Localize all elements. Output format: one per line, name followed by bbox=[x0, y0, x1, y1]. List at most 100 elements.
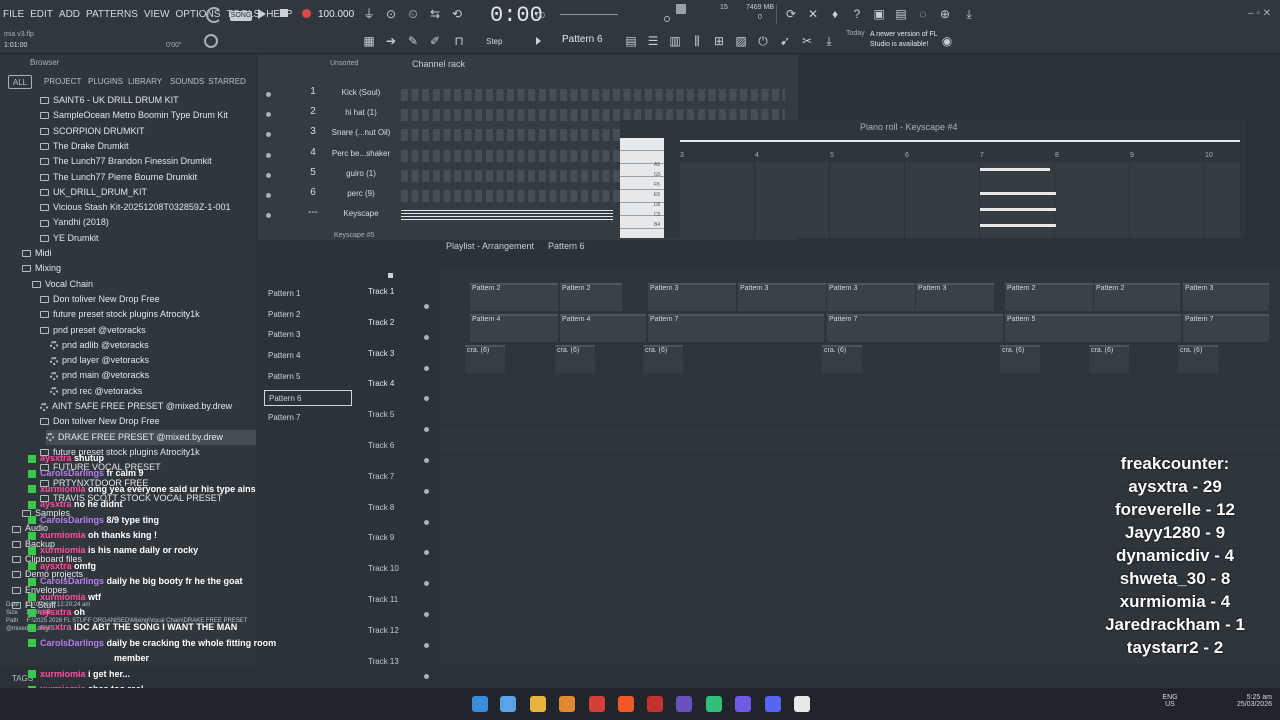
playlist-clip[interactable]: cra. (6) bbox=[1178, 344, 1218, 373]
browser-tab-library[interactable]: LIBRARY bbox=[128, 75, 162, 89]
browser-item[interactable]: Mixing bbox=[22, 261, 61, 276]
pattern-list-item[interactable]: Pattern 3 bbox=[264, 327, 352, 343]
fl-studio-icon[interactable] bbox=[559, 696, 575, 712]
track-header[interactable]: Track 10 bbox=[368, 559, 442, 589]
playlist-clip[interactable]: cra. (6) bbox=[1089, 344, 1129, 373]
discord-icon[interactable] bbox=[765, 696, 781, 712]
app-icon[interactable] bbox=[676, 696, 692, 712]
browser-item[interactable]: SCORPION DRUMKIT bbox=[40, 124, 145, 139]
track-header[interactable]: Track 9 bbox=[368, 528, 442, 558]
playlist-clip[interactable]: Pattern 2 bbox=[470, 283, 558, 311]
browser-item[interactable]: YE Drumkit bbox=[40, 231, 99, 246]
pattern-list-item[interactable]: Pattern 7 bbox=[264, 410, 352, 426]
search-icon[interactable] bbox=[500, 696, 516, 712]
track-header[interactable]: Track 13 bbox=[368, 652, 442, 682]
browser-item[interactable]: Yandhi (2018) bbox=[40, 215, 109, 230]
tree-icon[interactable]: ⊞ bbox=[712, 34, 726, 48]
browser-item[interactable]: Don toliver New Drop Free bbox=[40, 292, 160, 307]
loop-record-icon[interactable]: ⟲ bbox=[450, 7, 464, 21]
playlist-clip[interactable]: Pattern 7 bbox=[648, 313, 824, 342]
pencil-icon[interactable]: ✐ bbox=[428, 34, 442, 48]
channel-led-icon[interactable] bbox=[266, 152, 271, 158]
menu-view[interactable]: VIEW bbox=[141, 9, 173, 20]
browser-tab-project[interactable]: PROJECT bbox=[44, 75, 81, 89]
knob-icon[interactable] bbox=[204, 34, 218, 48]
pattern-list-item[interactable]: Pattern 1 bbox=[264, 286, 352, 302]
channel-filter[interactable]: Unsorted bbox=[330, 60, 358, 67]
channel-number[interactable]: 3 bbox=[306, 126, 320, 137]
app-icon[interactable] bbox=[794, 696, 810, 712]
brave-icon[interactable] bbox=[618, 696, 634, 712]
browser-item[interactable]: Midi bbox=[22, 246, 52, 261]
app-icon[interactable] bbox=[647, 696, 663, 712]
menu-file[interactable]: FILE bbox=[0, 9, 27, 20]
pattern-list-item[interactable]: Pattern 5 bbox=[264, 369, 352, 385]
playlist-clip[interactable]: cra. (6) bbox=[465, 344, 505, 373]
menu-patterns[interactable]: PATTERNS bbox=[83, 9, 141, 20]
close-icon[interactable]: ✕ bbox=[806, 7, 820, 21]
export-icon[interactable]: ▤ bbox=[894, 7, 908, 21]
browser-tab-plugins[interactable]: PLUGINS bbox=[88, 75, 123, 89]
countdown-icon[interactable]: ⏲ bbox=[406, 7, 420, 21]
news-icon[interactable]: ◉ bbox=[940, 34, 954, 48]
channel-name[interactable]: hi hat (1) bbox=[328, 106, 394, 120]
browser-item[interactable]: pnd main @vetoracks bbox=[50, 368, 149, 383]
browser-tab-starred[interactable]: STARRED bbox=[208, 75, 246, 89]
browser-item[interactable]: Vicious Stash Kit-20251208T032859Z-1-001 bbox=[40, 200, 230, 215]
channel-number[interactable]: 4 bbox=[306, 147, 320, 158]
step-edit-icon[interactable]: ⇆ bbox=[428, 7, 442, 21]
channel-row[interactable]: 1 Kick (Soul) bbox=[258, 86, 798, 106]
playlist-clip[interactable]: Pattern 2 bbox=[560, 283, 622, 311]
record-icon[interactable] bbox=[302, 9, 311, 18]
track-mute-icon[interactable] bbox=[424, 673, 429, 679]
channel-name[interactable]: guiro (1) bbox=[328, 167, 394, 181]
browser-item[interactable]: pnd preset @vetoracks bbox=[40, 323, 146, 338]
song-mode-toggle[interactable]: SONG bbox=[230, 11, 252, 21]
pattern-list-item[interactable]: Pattern 2 bbox=[264, 307, 352, 323]
app-icon[interactable] bbox=[735, 696, 751, 712]
pattern-list-item[interactable]: Pattern 6 bbox=[264, 389, 352, 406]
channel-name[interactable]: perc (9) bbox=[328, 187, 394, 201]
channel-led-icon[interactable] bbox=[266, 132, 271, 138]
step-sequencer[interactable] bbox=[401, 89, 785, 101]
playlist-clip[interactable]: Pattern 3 bbox=[648, 283, 736, 311]
track-header[interactable]: Track 6 bbox=[368, 436, 442, 466]
track-header[interactable]: Track 11 bbox=[368, 590, 442, 620]
channel-led-icon[interactable] bbox=[266, 92, 271, 97]
news-message[interactable]: A newer version of FL Studio is availabl… bbox=[870, 30, 940, 50]
chat-icon[interactable]: ◌ bbox=[916, 7, 930, 21]
browser-item[interactable]: AINT SAFE FREE PRESET @mixed.by.drew bbox=[40, 399, 232, 414]
channel-led-icon[interactable] bbox=[266, 213, 271, 219]
playlist-clip[interactable]: Pattern 2 bbox=[1094, 283, 1180, 311]
piano-roll-icon[interactable]: ▥ bbox=[668, 34, 682, 48]
channel-name[interactable]: Snare (...nut Oil) bbox=[328, 126, 394, 140]
download-icon[interactable]: ⤓ bbox=[822, 34, 836, 48]
play-icon[interactable] bbox=[258, 9, 266, 19]
plugin-icon[interactable]: ⊕ bbox=[938, 7, 952, 21]
track-mute-icon[interactable] bbox=[424, 334, 429, 340]
plug-icon[interactable]: ⏻ bbox=[756, 34, 770, 48]
note[interactable] bbox=[980, 208, 1056, 211]
browser-item[interactable]: Don toliver New Drop Free bbox=[40, 414, 160, 429]
playlist-clip[interactable]: cra. (6) bbox=[555, 344, 595, 373]
refresh-icon[interactable]: ⟳ bbox=[784, 7, 798, 21]
pattern-list-item[interactable]: Pattern 4 bbox=[264, 348, 352, 364]
stop-icon[interactable] bbox=[280, 9, 288, 17]
browser-item[interactable]: DRAKE FREE PRESET @mixed.by.drew bbox=[46, 429, 256, 445]
channel-rack-icon[interactable]: ☰ bbox=[646, 34, 660, 48]
playlist-clip[interactable]: Pattern 3 bbox=[827, 283, 915, 311]
playlist-clip[interactable]: cra. (6) bbox=[1000, 344, 1040, 373]
playlist-clip[interactable]: Pattern 7 bbox=[827, 313, 1003, 342]
note[interactable] bbox=[980, 168, 1050, 171]
browser-tab-all[interactable]: ALL bbox=[8, 75, 32, 89]
track-header[interactable]: Track 8 bbox=[368, 498, 442, 528]
channel-number[interactable]: 2 bbox=[306, 106, 320, 117]
cursor-icon[interactable]: ➹ bbox=[778, 34, 792, 48]
metronome-icon[interactable]: ⏚ bbox=[362, 7, 376, 21]
channel-name[interactable]: Perc be...shaker bbox=[328, 147, 394, 161]
channel-led-icon[interactable] bbox=[266, 172, 271, 178]
microphone-icon[interactable]: ♦ bbox=[828, 7, 842, 21]
browser-item[interactable]: UK_DRILL_DRUM_KIT bbox=[40, 185, 147, 200]
track-mute-icon[interactable] bbox=[424, 365, 429, 371]
track-header[interactable]: Track 3 bbox=[368, 344, 442, 374]
